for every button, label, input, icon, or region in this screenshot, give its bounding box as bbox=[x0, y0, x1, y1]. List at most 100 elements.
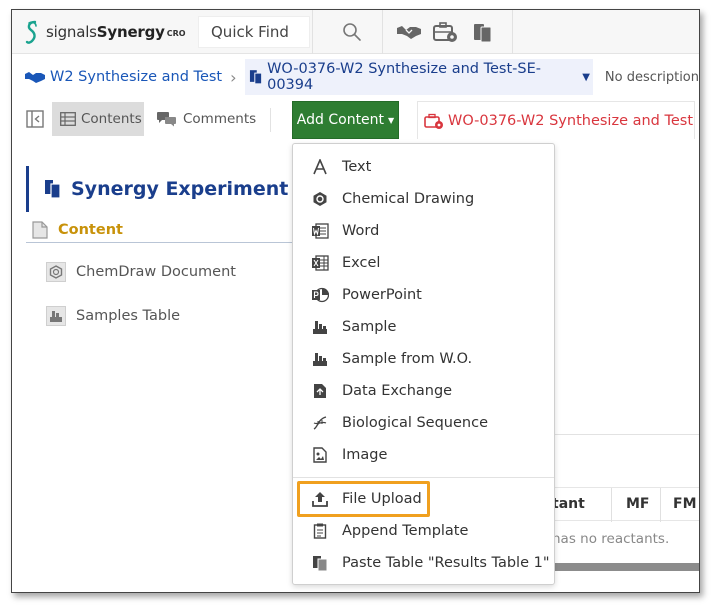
add-content-menu: Text Chemical Drawing Word Excel PowerPo… bbox=[292, 143, 555, 585]
menu-item-label: Text bbox=[342, 159, 372, 175]
tab-comments[interactable]: Comments bbox=[152, 102, 256, 136]
menu-item-word[interactable]: Word bbox=[293, 216, 554, 246]
tab-contents-label: Contents bbox=[81, 111, 142, 127]
breadcrumb-current-label: WO-0376-W2 Synthesize and Test-SE-00394 bbox=[267, 61, 541, 93]
handshake-icon bbox=[25, 72, 45, 83]
chevron-right-icon: › bbox=[230, 67, 237, 87]
menu-item-text[interactable]: Text bbox=[293, 152, 554, 182]
quick-find-input[interactable]: Quick Find bbox=[198, 16, 310, 48]
image-icon bbox=[311, 446, 329, 464]
menu-item-data-exchange[interactable]: Data Exchange bbox=[293, 376, 554, 406]
divider bbox=[270, 108, 271, 132]
powerpoint-icon bbox=[311, 286, 329, 304]
brand-light: signals bbox=[46, 23, 97, 41]
add-content-button[interactable]: Add Content ▼ bbox=[292, 101, 399, 139]
sample-icon bbox=[46, 306, 66, 326]
data-exchange-icon bbox=[311, 382, 329, 400]
menu-item-label: Sample bbox=[342, 319, 397, 335]
brand-bold: Synergy bbox=[96, 23, 165, 41]
menu-item-label: Word bbox=[342, 223, 380, 239]
breadcrumb-parent[interactable]: W2 Synthesize and Test bbox=[24, 69, 222, 85]
menu-item-sample[interactable]: Sample bbox=[293, 312, 554, 342]
column-reactant: tant bbox=[552, 496, 585, 512]
menu-item-label: Chemical Drawing bbox=[342, 191, 475, 207]
menu-item-image[interactable]: Image bbox=[293, 440, 554, 470]
case-settings-icon bbox=[424, 113, 443, 129]
tree-item-label: Samples Table bbox=[76, 308, 181, 324]
menu-item-label: Paste Table "Results Table 1" bbox=[342, 555, 550, 571]
app-logo[interactable]: signalsSynergy CRO bbox=[24, 18, 186, 46]
menu-item-chemical-drawing[interactable]: Chemical Drawing bbox=[293, 184, 554, 214]
word-icon bbox=[311, 222, 329, 240]
chemical-drawing-icon bbox=[46, 262, 66, 282]
breadcrumb: W2 Synthesize and Test › WO-0376-W2 Synt… bbox=[12, 59, 699, 95]
document-copy-icon bbox=[45, 180, 61, 199]
table-list-icon bbox=[60, 112, 76, 126]
content-toolbar: Contents Comments Add Content ▼ WO-0376-… bbox=[12, 100, 699, 140]
divider bbox=[512, 10, 513, 54]
menu-item-label: Excel bbox=[342, 255, 381, 271]
reactants-panel: tant MF FM has no reactants. bbox=[552, 434, 699, 574]
divider bbox=[312, 10, 313, 54]
sample-wo-icon bbox=[311, 350, 329, 368]
column-mf: MF bbox=[611, 488, 650, 522]
comments-icon bbox=[157, 112, 176, 127]
top-bar: signalsSynergy CRO Quick Find bbox=[12, 10, 699, 54]
menu-item-label: PowerPoint bbox=[342, 287, 422, 303]
signals-logo-icon bbox=[25, 20, 37, 44]
breadcrumb-current[interactable]: WO-0376-W2 Synthesize and Test-SE-00394 … bbox=[244, 59, 593, 95]
menu-item-file-upload[interactable]: File Upload bbox=[293, 484, 554, 514]
menu-item-powerpoint[interactable]: PowerPoint bbox=[293, 280, 554, 310]
menu-item-label: Append Template bbox=[342, 523, 469, 539]
tab-work-order[interactable]: WO-0376-W2 Synthesize and Test bbox=[417, 101, 695, 139]
search-icon[interactable] bbox=[342, 22, 362, 42]
menu-item-sample-from-wo[interactable]: Sample from W.O. bbox=[293, 344, 554, 374]
biological-sequence-icon bbox=[311, 414, 329, 432]
menu-item-label: Sample from W.O. bbox=[342, 351, 473, 367]
menu-item-paste-table[interactable]: Paste Table "Results Table 1" bbox=[293, 548, 554, 578]
menu-divider bbox=[293, 477, 554, 478]
paste-table-icon bbox=[311, 554, 329, 572]
add-content-label: Add Content bbox=[296, 112, 385, 128]
handshake-icon[interactable] bbox=[396, 21, 422, 43]
excel-icon bbox=[311, 254, 329, 272]
menu-item-append-template[interactable]: Append Template bbox=[293, 516, 554, 546]
app-window: signalsSynergy CRO Quick Find W2 Synthes… bbox=[11, 9, 700, 593]
breadcrumb-parent-label: W2 Synthesize and Test bbox=[50, 69, 223, 85]
tree-item-label: ChemDraw Document bbox=[76, 264, 236, 280]
tab-contents[interactable]: Contents bbox=[52, 102, 144, 136]
reactants-table-header: tant MF FM bbox=[552, 487, 699, 522]
menu-item-excel[interactable]: Excel bbox=[293, 248, 554, 278]
experiment-description[interactable]: No description bbox=[605, 70, 699, 85]
collapse-panel-icon[interactable] bbox=[26, 110, 44, 128]
document-copy-icon bbox=[249, 70, 262, 85]
brand-suffix: CRO bbox=[166, 28, 186, 38]
menu-item-label: Image bbox=[342, 447, 388, 463]
content-section-header[interactable]: Content bbox=[26, 217, 296, 243]
clipboard-copy-icon[interactable] bbox=[470, 21, 496, 43]
tree-item-samples-table[interactable]: Samples Table bbox=[46, 306, 180, 326]
chemical-drawing-icon bbox=[311, 190, 329, 208]
caret-down-icon[interactable]: ▼ bbox=[582, 72, 590, 83]
content-section-label: Content bbox=[58, 221, 123, 238]
text-icon bbox=[311, 158, 329, 176]
experiment-title-label: Synergy Experiment Co bbox=[71, 178, 296, 200]
empty-state-text: has no reactants. bbox=[552, 531, 670, 547]
case-settings-icon[interactable] bbox=[432, 21, 458, 43]
tree-item-chemdraw[interactable]: ChemDraw Document bbox=[46, 262, 236, 282]
append-template-icon bbox=[311, 522, 329, 540]
file-upload-icon bbox=[311, 490, 329, 508]
menu-item-label: Biological Sequence bbox=[342, 415, 488, 431]
menu-item-biological-sequence[interactable]: Biological Sequence bbox=[293, 408, 554, 438]
caret-down-icon: ▼ bbox=[388, 115, 395, 125]
experiment-title: Synergy Experiment Co bbox=[26, 166, 296, 212]
column-fm: FM bbox=[660, 488, 697, 522]
divider bbox=[382, 10, 383, 54]
menu-item-label: File Upload bbox=[342, 491, 422, 507]
page-icon bbox=[32, 220, 48, 239]
sample-icon bbox=[311, 318, 329, 336]
horizontal-scrollbar[interactable] bbox=[552, 563, 699, 571]
menu-item-label: Data Exchange bbox=[342, 383, 453, 399]
tab-comments-label: Comments bbox=[183, 111, 257, 127]
tab-work-order-label: WO-0376-W2 Synthesize and Test bbox=[448, 112, 694, 129]
